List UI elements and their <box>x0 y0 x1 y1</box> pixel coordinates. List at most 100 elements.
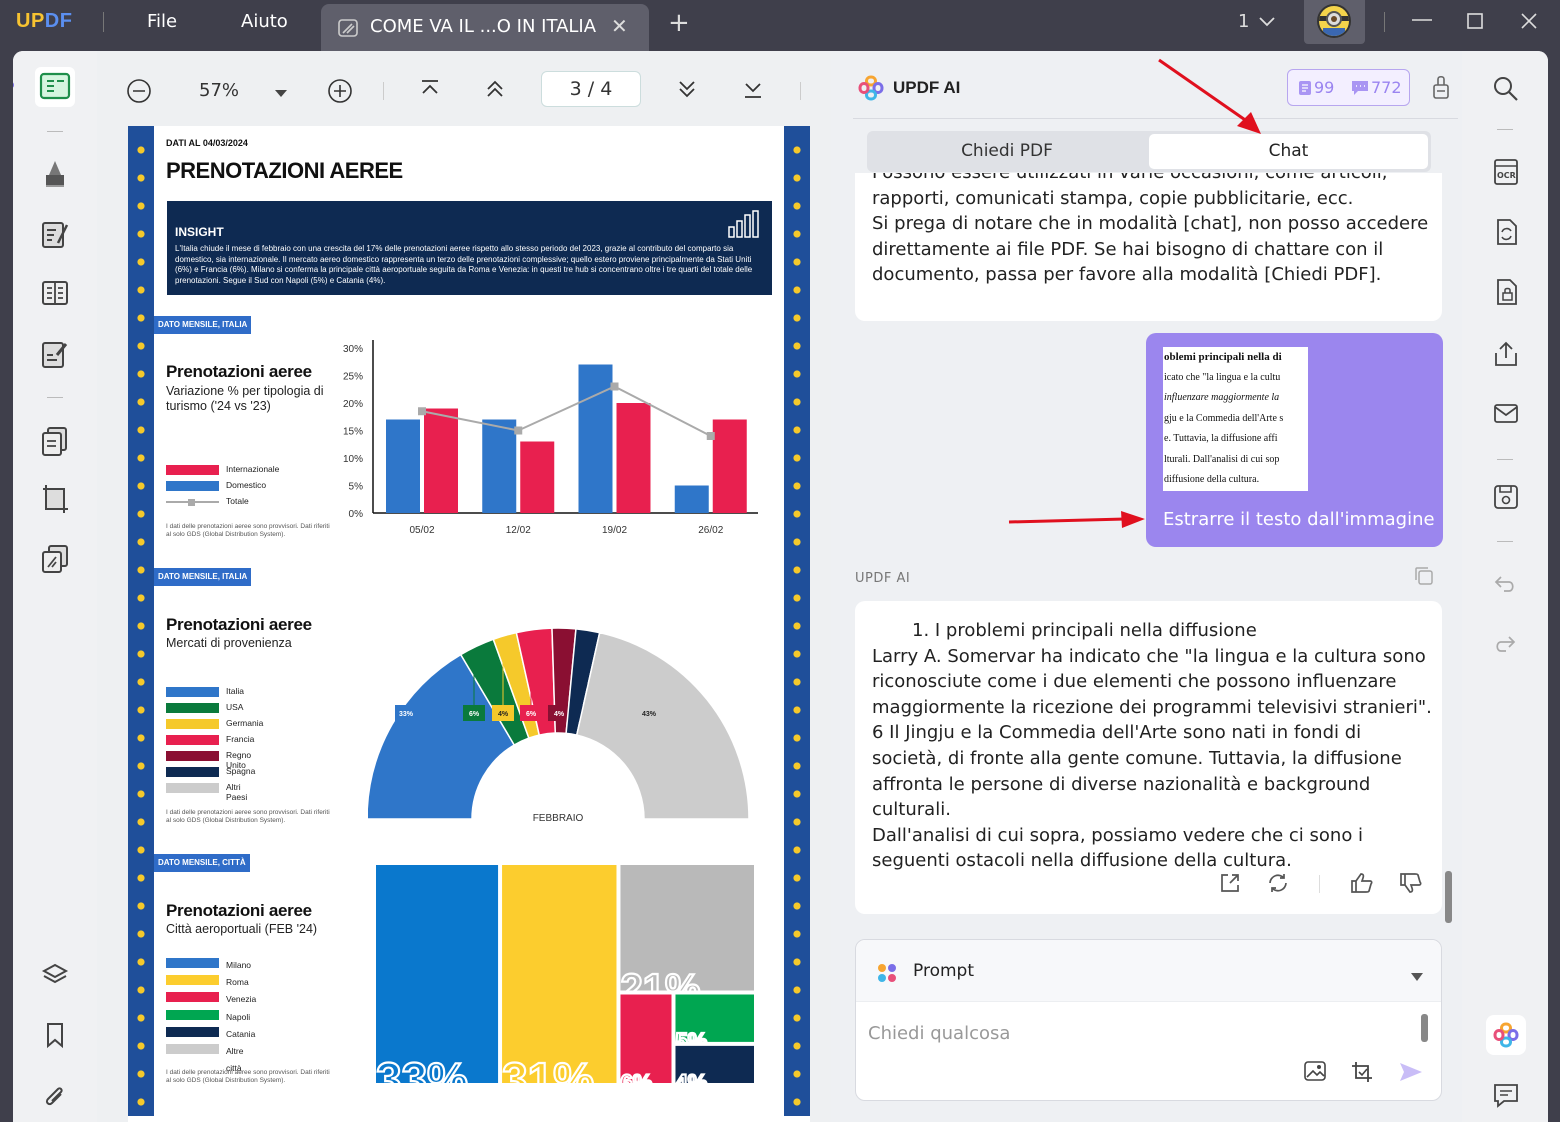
panel-scrollbar[interactable] <box>1445 871 1452 923</box>
bar-chart-icon <box>728 210 759 238</box>
donut-slice <box>575 631 750 820</box>
comment-icon[interactable] <box>1492 1081 1520 1113</box>
search-icon[interactable] <box>1492 75 1520 107</box>
reader-mode-icon[interactable] <box>35 67 75 107</box>
tab-title: COME VA IL ...O IN ITALIA <box>370 16 597 37</box>
treemap-value-label: 31% <box>502 1053 594 1085</box>
organize-pages-icon[interactable] <box>37 423 73 459</box>
chat-credits: 772 <box>1371 78 1402 97</box>
section-title: Prenotazioni aeree <box>166 615 312 634</box>
prompt-selector[interactable]: Prompt <box>856 940 1441 1002</box>
ai-message-text: Possono essere utilizzati in varie occas… <box>872 173 1429 285</box>
share-icon[interactable] <box>1492 339 1520 373</box>
insight-text: L'Italia chiude il mese di febbraio con … <box>175 244 753 285</box>
bar <box>674 485 709 513</box>
ai-title: UPDF AI <box>893 78 961 97</box>
pdf-credit-icon <box>1298 80 1312 100</box>
updf-ai-logo-icon <box>857 74 885 106</box>
save-icon[interactable] <box>1492 483 1520 515</box>
divider <box>800 82 802 104</box>
divider <box>47 397 63 398</box>
layers-icon[interactable] <box>37 957 73 993</box>
zoom-dropdown-icon[interactable] <box>274 84 288 103</box>
section-tag: DATO MENSILE, ITALIA <box>154 316 252 334</box>
email-icon[interactable] <box>1492 401 1520 431</box>
zoom-out-icon[interactable] <box>126 78 152 108</box>
protect-icon[interactable] <box>1492 277 1520 311</box>
bar <box>616 403 651 513</box>
crop-icon[interactable] <box>37 481 73 517</box>
mode-switch: Chiedi PDF Chat <box>867 131 1431 172</box>
batch-icon[interactable] <box>37 541 73 577</box>
tab-ask-pdf[interactable]: Chiedi PDF <box>867 131 1147 172</box>
zoom-in-icon[interactable] <box>327 78 353 108</box>
footnote: I dati delle prenotazioni aeree sono pro… <box>166 1069 330 1084</box>
page-layout-icon[interactable] <box>37 275 73 311</box>
indicator-dot <box>13 81 14 89</box>
convert-icon[interactable] <box>1492 217 1520 251</box>
export-icon[interactable] <box>1218 871 1242 899</box>
document-area: 57% 3 / 4 DATI AL 04/03/2024 PRENOTAZION… <box>97 51 831 1122</box>
ocr-icon[interactable]: OCR <box>1492 157 1520 191</box>
prompt-label: Prompt <box>913 961 974 981</box>
uploaded-image[interactable]: oblemi principali nella di icato che "la… <box>1163 347 1308 491</box>
workspace: 57% 3 / 4 DATI AL 04/03/2024 PRENOTAZION… <box>13 51 1548 1122</box>
clear-chat-icon[interactable] <box>1431 73 1451 105</box>
thumbs-down-icon[interactable] <box>1398 871 1424 899</box>
last-page-icon[interactable] <box>743 78 763 104</box>
screenshot-icon[interactable] <box>1350 1060 1374 1088</box>
regenerate-icon[interactable] <box>1266 871 1290 899</box>
maximize-icon[interactable] <box>1466 12 1484 34</box>
tab-chat[interactable]: Chat <box>1149 134 1428 169</box>
footnote: I dati delle prenotazioni aeree sono pro… <box>166 809 330 824</box>
document-tab[interactable]: COME VA IL ...O IN ITALIA ✕ <box>321 4 649 51</box>
updf-ai-icon[interactable] <box>1486 1015 1526 1055</box>
bar <box>424 408 458 513</box>
undo-icon[interactable] <box>1492 571 1518 601</box>
copy-icon[interactable] <box>1413 565 1435 591</box>
page-indicator[interactable]: 3 / 4 <box>541 71 641 107</box>
user-account-button[interactable] <box>1304 0 1365 44</box>
divider <box>383 82 385 104</box>
minimize-icon[interactable] <box>1410 10 1434 34</box>
thumbs-up-icon[interactable] <box>1349 871 1375 899</box>
next-page-icon[interactable] <box>677 78 697 104</box>
input-scrollbar[interactable] <box>1421 1014 1428 1042</box>
chevron-down-icon[interactable] <box>1258 14 1276 33</box>
new-tab-button[interactable]: + <box>668 8 690 38</box>
line-point <box>418 407 426 416</box>
bookmark-icon[interactable] <box>37 1017 73 1053</box>
menu-file[interactable]: File <box>147 11 177 32</box>
credits-badge[interactable]: 99 772 <box>1287 69 1410 106</box>
treemap-value-label: 33% <box>376 1053 468 1085</box>
first-page-icon[interactable] <box>420 78 440 104</box>
bar <box>386 419 420 513</box>
chevron-down-icon[interactable] <box>1411 967 1423 986</box>
answer-paragraph: 6 Il Jingju e la Commedia dell'Arte sono… <box>872 722 1402 821</box>
value-label: 4% <box>554 711 565 718</box>
previous-page-icon[interactable] <box>485 78 505 104</box>
x-tick-label: 26/02 <box>698 525 723 536</box>
document-toolbar: 57% 3 / 4 <box>97 51 831 126</box>
zoom-level[interactable]: 57% <box>199 80 239 101</box>
menu-help[interactable]: Aiuto <box>241 11 288 32</box>
close-window-icon[interactable] <box>1520 12 1538 34</box>
insight-heading: INSIGHT <box>175 225 224 239</box>
edit-pdf-icon[interactable] <box>37 217 73 253</box>
y-tick-label: 10% <box>343 454 363 465</box>
chat-input[interactable] <box>868 1020 1408 1046</box>
window-count: 1 <box>1238 11 1250 32</box>
image-upload-icon[interactable] <box>1303 1060 1327 1086</box>
highlight-tool-icon[interactable] <box>37 155 73 191</box>
treemap-chart: 33% 31%21%6%5%4% <box>375 865 754 1085</box>
redo-icon[interactable] <box>1492 631 1518 661</box>
tab-close-icon[interactable]: ✕ <box>611 14 628 38</box>
attachment-icon[interactable] <box>37 1078 73 1114</box>
half-donut-chart: 33%6%4%6%4%4%43%FEBBRAIO <box>368 627 768 831</box>
fill-sign-icon[interactable] <box>37 337 73 373</box>
answer-heading: 1. I problemi principali nella diffusion… <box>912 620 1257 641</box>
send-icon[interactable] <box>1398 1060 1424 1088</box>
x-tick-label: 19/02 <box>602 525 627 536</box>
bar <box>578 364 613 513</box>
page-border-dots <box>784 126 810 1116</box>
